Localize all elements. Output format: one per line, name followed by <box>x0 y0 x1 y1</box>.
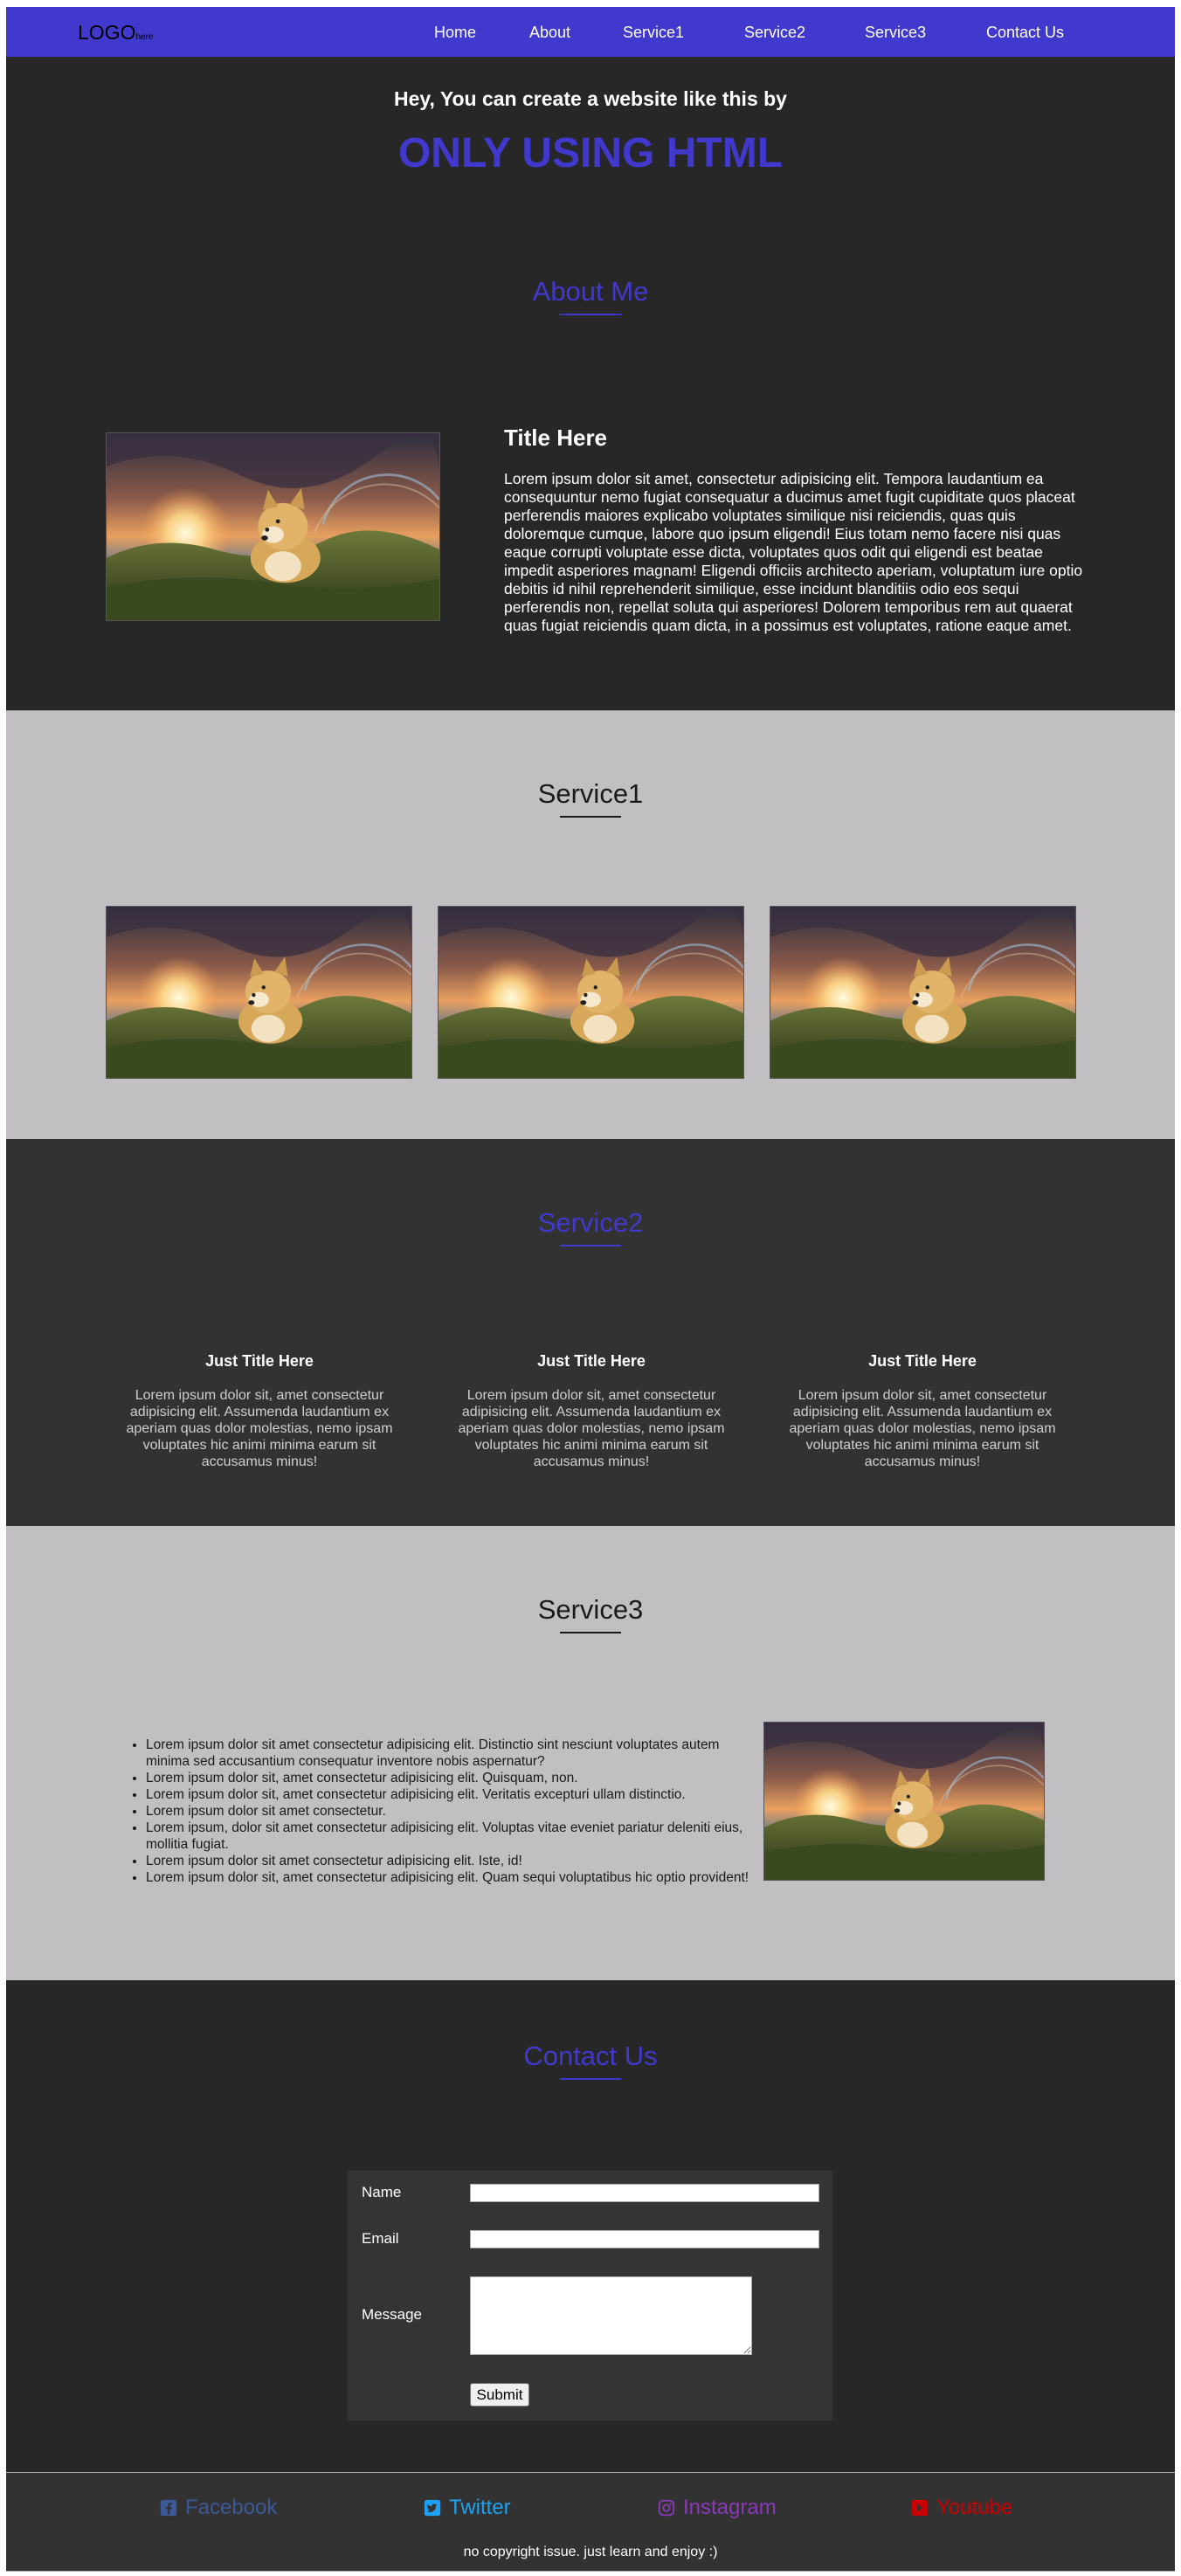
about-paragraph: Lorem ipsum dolor sit amet, consectetur … <box>504 470 1083 634</box>
nav-link-contact[interactable]: Contact Us <box>986 24 1064 42</box>
service3-section-title: Service3 <box>537 1594 644 1625</box>
nav-link-about[interactable]: About <box>529 24 570 42</box>
name-label: Name <box>362 2184 402 2200</box>
logo-text: LOGO <box>78 21 136 44</box>
nav-link-service2[interactable]: Service2 <box>744 24 805 42</box>
service3-image <box>763 1722 1045 1881</box>
message-label: Message <box>362 2306 422 2323</box>
service2-card-1-text: Lorem ipsum dolor sit, amet consectetur … <box>126 1388 393 1469</box>
facebook-label: Facebook <box>185 2496 278 2519</box>
nav-link-home[interactable]: Home <box>434 24 476 42</box>
email-input[interactable] <box>470 2230 819 2248</box>
service2-card-2-text: Lorem ipsum dolor sit, amet consectetur … <box>458 1388 725 1469</box>
list-item: Lorem ipsum dolor sit, amet consectetur … <box>146 1770 757 1786</box>
contact-section-title: Contact Us <box>523 2041 658 2071</box>
list-item: Lorem ipsum dolor sit, amet consectetur … <box>146 1869 757 1886</box>
service2-card-3-title: Just Title Here <box>868 1352 977 1370</box>
youtube-link[interactable]: Youtube <box>910 2496 1012 2520</box>
service1-section-title: Service1 <box>537 778 644 809</box>
logo-small-text: here <box>135 32 154 42</box>
copyright-text: no copyright issue. just learn and enjoy… <box>463 2545 718 2559</box>
twitter-link[interactable]: Twitter <box>423 2496 511 2520</box>
twitter-icon <box>424 2499 441 2517</box>
site-logo[interactable]: LOGOhere <box>78 21 153 45</box>
about-image <box>106 432 440 621</box>
list-item: Lorem ipsum dolor sit, amet consectetur … <box>146 1786 757 1803</box>
top-navbar: LOGOhere Home About Service1 Service2 Se… <box>6 7 1175 57</box>
facebook-link[interactable]: Facebook <box>159 2496 277 2520</box>
about-section-title: About Me <box>532 276 649 307</box>
service2-section-title: Service2 <box>537 1207 644 1238</box>
message-textarea[interactable] <box>470 2276 752 2355</box>
footer: Facebook Twitter Instagram Youtube no co… <box>6 2472 1175 2572</box>
list-item: Lorem ipsum dolor sit amet consectetur. <box>146 1803 757 1820</box>
contact-form: Name Email Message Submit <box>348 2171 832 2421</box>
youtube-icon <box>911 2499 929 2517</box>
about-title-underline <box>560 314 621 315</box>
name-input[interactable] <box>470 2184 819 2202</box>
instagram-link[interactable]: Instagram <box>657 2496 777 2520</box>
list-item: Lorem ipsum dolor sit amet consectetur a… <box>146 1853 757 1869</box>
service2-title-underline <box>560 1245 621 1247</box>
service3-title-underline <box>560 1632 621 1633</box>
instagram-icon <box>658 2499 675 2517</box>
instagram-label: Instagram <box>683 2496 777 2519</box>
service2-card-3-text: Lorem ipsum dolor sit, amet consectetur … <box>789 1388 1056 1469</box>
youtube-label: Youtube <box>936 2496 1013 2519</box>
hero-subtitle: Hey, You can create a website like this … <box>394 87 787 110</box>
twitter-label: Twitter <box>449 2496 511 2519</box>
facebook-icon <box>160 2499 177 2517</box>
list-item: Lorem ipsum, dolor sit amet consectetur … <box>146 1820 757 1853</box>
service2-card-1-title: Just Title Here <box>205 1352 314 1370</box>
list-item: Lorem ipsum dolor sit amet consectetur a… <box>146 1737 757 1770</box>
service1-image-1 <box>106 906 412 1079</box>
service1-image-3 <box>770 906 1076 1079</box>
hero-headline: ONLY USING HTML <box>397 130 784 176</box>
service3-list: Lorem ipsum dolor sit amet consectetur a… <box>128 1737 757 1886</box>
service2-card-2-title: Just Title Here <box>537 1352 646 1370</box>
about-title: Title Here <box>504 425 608 451</box>
email-label: Email <box>362 2230 399 2247</box>
contact-title-underline <box>560 2078 621 2080</box>
service1-image-2 <box>438 906 744 1079</box>
nav-link-service1[interactable]: Service1 <box>623 24 684 42</box>
nav-link-service3[interactable]: Service3 <box>865 24 926 42</box>
service1-title-underline <box>560 816 621 818</box>
submit-button[interactable]: Submit <box>470 2383 529 2407</box>
